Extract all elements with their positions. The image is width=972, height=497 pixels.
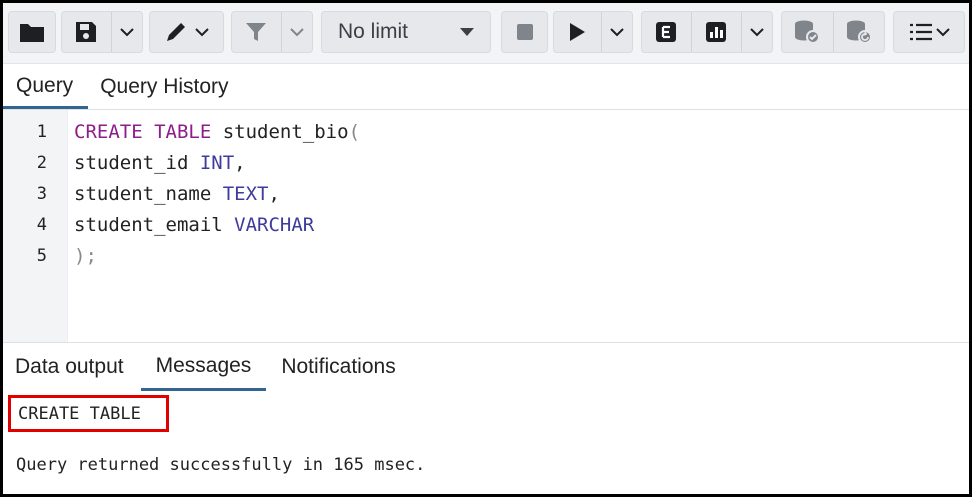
- tab-query[interactable]: Query: [3, 65, 89, 109]
- code-token: CREATE TABLE: [74, 121, 212, 143]
- messages-panel: CREATE TABLE Query returned successfully…: [3, 391, 969, 494]
- open-file-button[interactable]: [8, 11, 56, 53]
- code-token: TEXT: [222, 183, 269, 205]
- message-create-table: CREATE TABLE: [8, 395, 169, 432]
- save-button-group: [61, 11, 143, 53]
- line-number: 2: [36, 153, 47, 173]
- execute-button-group: [553, 11, 633, 53]
- explain-analyze-button[interactable]: [690, 12, 741, 52]
- chevron-down-icon: [610, 28, 624, 37]
- save-icon: [76, 22, 97, 42]
- stop-button[interactable]: [501, 11, 548, 53]
- db-commit-icon: [795, 20, 821, 44]
- message-text: CREATE TABLE: [18, 403, 141, 424]
- tab-messages[interactable]: Messages: [140, 343, 267, 391]
- code-token: student_id: [74, 152, 200, 174]
- line-number: 1: [36, 122, 47, 142]
- save-dropdown[interactable]: [110, 12, 142, 52]
- code-line: CREATE TABLE student_bio(: [74, 117, 360, 148]
- code-token: VARCHAR: [234, 214, 315, 236]
- filter-button[interactable]: [232, 12, 281, 52]
- row-limit-value: No limit: [338, 20, 409, 43]
- code-line: student_email VARCHAR: [74, 210, 314, 241]
- code-token: );: [74, 245, 97, 267]
- code-token: student_bio: [211, 121, 349, 143]
- code-token: (: [348, 121, 361, 143]
- explain-dropdown[interactable]: [740, 12, 772, 52]
- tab-data-output[interactable]: Data output: [3, 343, 141, 391]
- code-token: student_email: [74, 214, 235, 236]
- filter-button-group: [231, 11, 313, 53]
- output-tabs: Data output Messages Notifications: [3, 342, 969, 392]
- line-number: 4: [36, 215, 47, 235]
- commit-button[interactable]: [782, 12, 833, 52]
- execute-dropdown[interactable]: [600, 12, 632, 52]
- chevron-down-icon: [750, 28, 764, 37]
- caret-down-icon: [460, 28, 474, 36]
- code-line: student_name TEXT,: [74, 179, 280, 210]
- code-token: ,: [268, 183, 280, 205]
- code-line: student_id INT,: [74, 148, 246, 179]
- filter-dropdown[interactable]: [280, 12, 312, 52]
- transaction-button-group: [781, 11, 885, 53]
- chevron-down-icon: [936, 28, 950, 37]
- explain-button[interactable]: [642, 12, 691, 52]
- folder-icon: [20, 24, 44, 42]
- stop-icon: [516, 24, 533, 40]
- row-limit-select[interactable]: No limit: [321, 11, 491, 53]
- macros-button[interactable]: [893, 11, 965, 53]
- line-number: 3: [36, 184, 47, 204]
- play-icon: [570, 23, 586, 41]
- code-token: ,: [234, 152, 246, 174]
- rollback-button[interactable]: [832, 12, 884, 52]
- query-tool-window: No limit Query Query History 1 2 3 4 5 C…: [0, 0, 972, 497]
- explain-icon: [656, 22, 677, 42]
- sql-editor[interactable]: 1 2 3 4 5 CREATE TABLE student_bio(stude…: [3, 110, 969, 342]
- line-number: 5: [36, 246, 47, 266]
- code-token: INT: [199, 152, 235, 174]
- code-token: student_name: [74, 183, 223, 205]
- edit-button[interactable]: [149, 11, 224, 53]
- query-toolbar: No limit: [3, 3, 969, 64]
- editor-tabs: Query Query History: [3, 65, 969, 110]
- message-query-success: Query returned successfully in 165 msec.: [16, 455, 426, 475]
- chart-icon: [706, 22, 727, 42]
- pen-icon: [166, 23, 185, 41]
- chevron-down-icon: [290, 28, 304, 37]
- chevron-down-icon: [120, 28, 134, 37]
- filter-icon: [246, 23, 267, 41]
- execute-button[interactable]: [554, 12, 601, 52]
- line-number-gutter: 1 2 3 4 5: [3, 110, 68, 342]
- tab-query-history[interactable]: Query History: [88, 65, 240, 109]
- list-icon: [910, 23, 932, 41]
- db-rollback-icon: [846, 20, 872, 44]
- save-button[interactable]: [62, 12, 111, 52]
- code-line: );: [74, 241, 97, 272]
- chevron-down-icon: [194, 28, 209, 37]
- explain-button-group: [641, 11, 773, 53]
- tab-notifications[interactable]: Notifications: [266, 343, 410, 391]
